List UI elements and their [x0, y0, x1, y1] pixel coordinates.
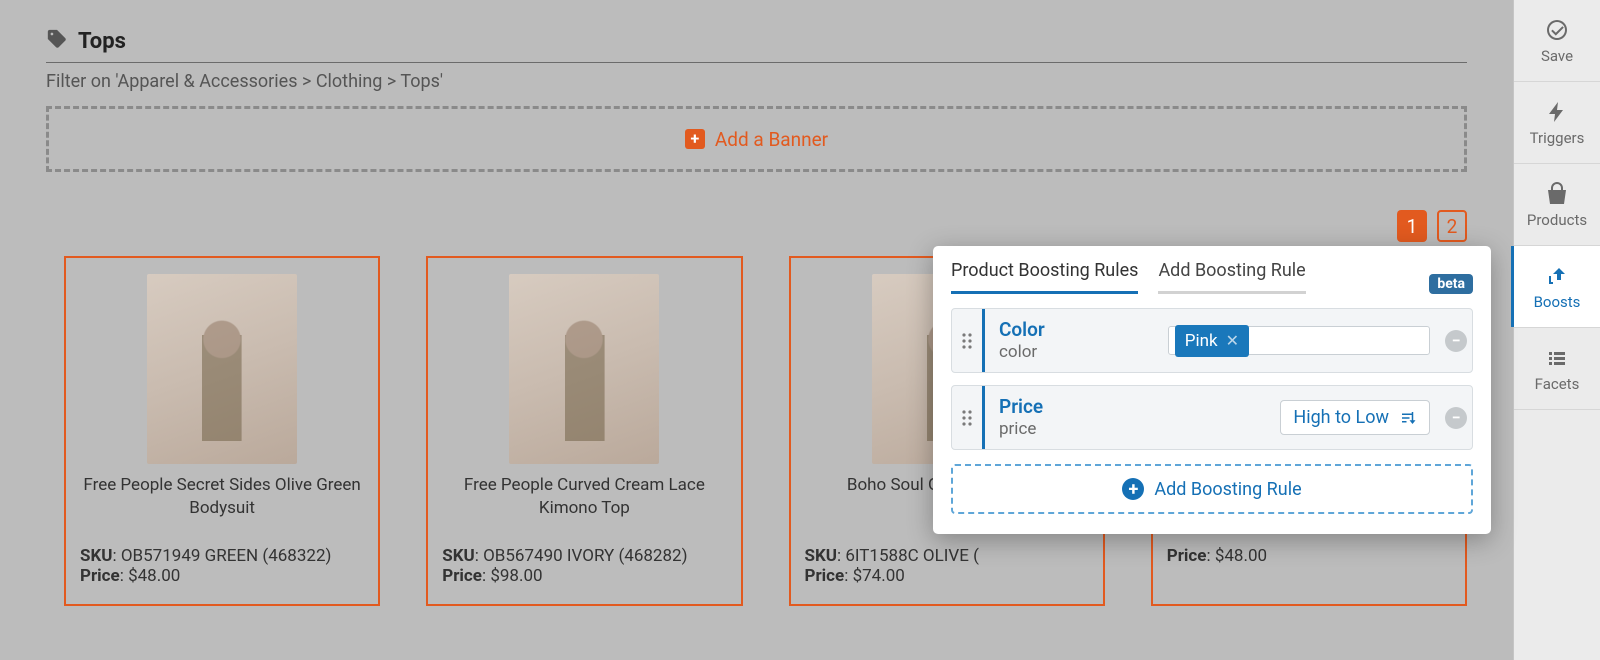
price-label: Price: [80, 566, 120, 586]
sidebar-item-triggers[interactable]: Triggers: [1514, 82, 1600, 164]
add-banner-label: Add a Banner: [715, 128, 828, 151]
product-image: [509, 274, 659, 464]
product-name: Free People Curved Cream Lace Kimono Top: [442, 474, 726, 520]
sku-value: OB567490 IVORY (468282): [483, 546, 687, 566]
sort-desc-icon: [1399, 409, 1417, 427]
price-label: Price: [442, 566, 482, 586]
price-value: $48.00: [128, 566, 180, 586]
page-2-button[interactable]: 2: [1437, 210, 1467, 242]
boost-arrow-icon: [1544, 263, 1570, 289]
sku-label: SKU: [80, 546, 112, 566]
price-value: $48.00: [1215, 546, 1267, 566]
product-card[interactable]: Free People Curved Cream Lace Kimono Top…: [426, 256, 742, 606]
add-banner-zone[interactable]: + Add a Banner: [46, 106, 1467, 172]
price-value: $74.00: [853, 566, 905, 586]
sidebar-label: Save: [1541, 47, 1573, 65]
boosting-rule-row: Price price High to Low −: [951, 385, 1473, 450]
remove-rule-button[interactable]: −: [1440, 407, 1472, 429]
rule-field: price: [999, 419, 1043, 439]
plus-circle-icon: +: [1122, 478, 1144, 500]
chip-label: Pink: [1185, 331, 1218, 351]
tag-icon: [46, 28, 68, 54]
drag-handle-icon[interactable]: [952, 332, 982, 350]
rule-name: Color: [999, 319, 1045, 342]
sku-value: OB571949 GREEN (468322): [121, 546, 332, 566]
right-sidebar: Save Triggers Products Boosts Facets: [1513, 0, 1600, 660]
chip-remove-icon[interactable]: ✕: [1226, 331, 1239, 350]
sidebar-item-facets[interactable]: Facets: [1514, 328, 1600, 410]
list-icon: [1544, 345, 1570, 371]
boosting-popover: Product Boosting Rules Add Boosting Rule…: [933, 246, 1491, 534]
sku-value: 6IT1588C OLIVE (: [845, 546, 979, 566]
price-label: Price: [805, 566, 845, 586]
sort-direction-label: High to Low: [1293, 407, 1389, 428]
breadcrumb: Filter on 'Apparel & Accessories > Cloth…: [46, 71, 1467, 92]
tab-product-boosting-rules[interactable]: Product Boosting Rules: [951, 260, 1138, 294]
price-value: $98.00: [490, 566, 542, 586]
add-boosting-rule-button[interactable]: + Add Boosting Rule: [951, 464, 1473, 514]
rule-name: Price: [999, 396, 1043, 419]
sort-direction-select[interactable]: High to Low: [1280, 400, 1430, 435]
sidebar-label: Boosts: [1534, 293, 1581, 311]
sidebar-item-products[interactable]: Products: [1514, 164, 1600, 246]
lightning-icon: [1544, 99, 1570, 125]
product-image: [147, 274, 297, 464]
rule-value-input[interactable]: Pink ✕: [1168, 326, 1430, 355]
sidebar-item-save[interactable]: Save: [1514, 0, 1600, 82]
sidebar-label: Facets: [1535, 375, 1580, 393]
bag-icon: [1544, 181, 1570, 207]
beta-badge: beta: [1429, 274, 1473, 294]
tab-add-boosting-rule[interactable]: Add Boosting Rule: [1158, 260, 1305, 294]
page-1-button[interactable]: 1: [1397, 210, 1427, 242]
sku-label: SKU: [805, 546, 837, 566]
product-name: Free People Secret Sides Olive Green Bod…: [80, 474, 364, 520]
sku-label: SKU: [442, 546, 474, 566]
remove-rule-button[interactable]: −: [1440, 330, 1472, 352]
sidebar-label: Products: [1527, 211, 1587, 229]
sidebar-item-boosts[interactable]: Boosts: [1514, 246, 1600, 328]
pager: 1 2: [46, 210, 1467, 242]
product-card[interactable]: Free People Secret Sides Olive Green Bod…: [64, 256, 380, 606]
add-boosting-rule-label: Add Boosting Rule: [1154, 479, 1301, 500]
value-chip[interactable]: Pink ✕: [1175, 325, 1249, 357]
boosting-rule-row: Color color Pink ✕ −: [951, 308, 1473, 373]
drag-handle-icon[interactable]: [952, 409, 982, 427]
check-circle-icon: [1544, 17, 1570, 43]
plus-icon: +: [685, 129, 705, 149]
price-label: Price: [1167, 546, 1207, 566]
page-header: Tops: [46, 28, 1467, 63]
page-title: Tops: [78, 29, 126, 54]
rule-field: color: [999, 342, 1045, 362]
sidebar-label: Triggers: [1530, 129, 1585, 147]
